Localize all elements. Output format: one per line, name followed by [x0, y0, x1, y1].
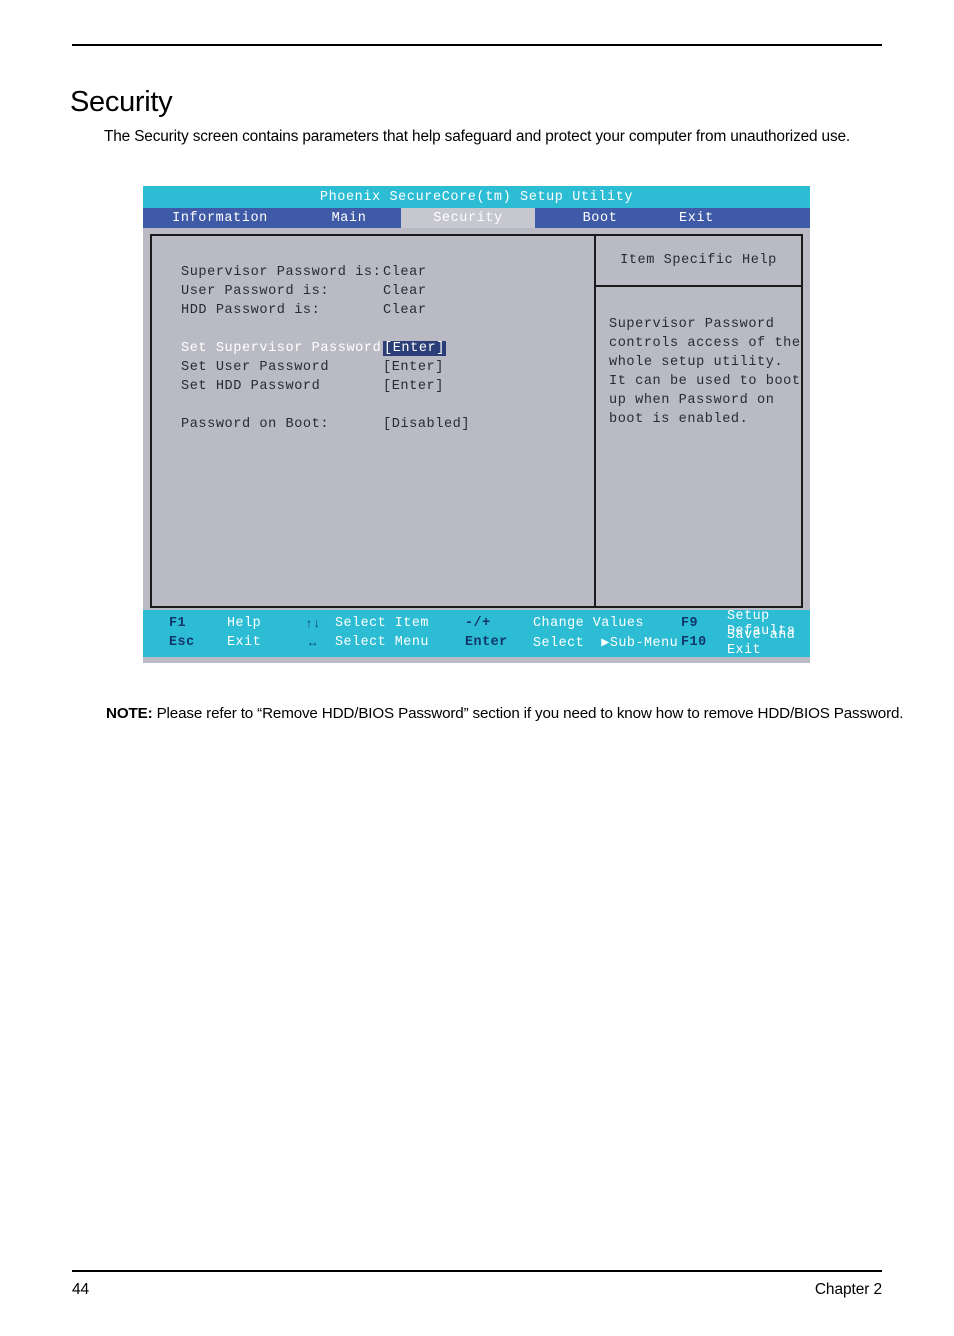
tab-main[interactable]: Main [297, 208, 401, 228]
setting-value[interactable]: [Disabled] [383, 417, 470, 432]
setting-value: Clear [383, 265, 427, 280]
setting-row-set-hdd-password[interactable]: Set HDD Password [Enter] [181, 377, 586, 396]
page-title: Security [70, 86, 173, 119]
tab-information-label: Information [172, 210, 268, 226]
shortcut-desc-select-menu: Select Menu [335, 635, 429, 650]
tab-security[interactable]: Security [401, 208, 535, 228]
help-line: controls access of the [609, 336, 801, 351]
help-line: boot is enabled. [609, 412, 749, 427]
tab-boot-label: Boot [582, 210, 618, 226]
page-top-rule [72, 44, 882, 46]
setting-value[interactable]: [Enter] [383, 341, 446, 356]
shortcut-key-minus-plus[interactable]: -/+ [465, 616, 533, 631]
setting-value[interactable]: [Enter] [383, 360, 444, 375]
setting-label: Supervisor Password is: [181, 265, 382, 280]
note-block: NOTE: Please refer to “Remove HDD/BIOS P… [106, 703, 928, 724]
settings-gap [181, 320, 586, 339]
setting-row-set-supervisor-password[interactable]: Set Supervisor Password [Enter] [181, 339, 586, 358]
bios-body: Supervisor Password is: Clear User Passw… [143, 228, 810, 610]
shortcut-key-f10[interactable]: F10 [681, 635, 727, 650]
bios-setup-window: Phoenix SecureCore(tm) Setup Utility Inf… [143, 186, 810, 663]
shortcut-key-f1[interactable]: F1 [143, 616, 227, 631]
item-specific-help-pane: Item Specific Help Supervisor Password c… [596, 236, 801, 606]
bios-tab-bar[interactable]: Information Main Security Boot Exit [143, 208, 810, 228]
setting-value: Clear [383, 284, 427, 299]
setting-value[interactable]: [Enter] [383, 379, 444, 394]
setting-label: Set HDD Password [181, 379, 321, 394]
setting-value: Clear [383, 303, 427, 318]
setting-label: Set Supervisor Password [181, 341, 382, 356]
shortcut-key-esc[interactable]: Esc [143, 635, 227, 650]
shortcut-desc-help: Help [227, 616, 262, 631]
help-pane-title: Item Specific Help [596, 236, 801, 287]
note-label: NOTE: [106, 705, 153, 722]
setting-label: Password on Boot: [181, 417, 330, 432]
help-line: up when Password on [609, 393, 775, 408]
tab-exit[interactable]: Exit [665, 208, 769, 228]
shortcut-row-1: F1 Help ↑↓ Select Item -/+ Change Values… [143, 609, 810, 639]
shortcut-key-enter[interactable]: Enter [465, 635, 533, 650]
setting-row-set-user-password[interactable]: Set User Password [Enter] [181, 358, 586, 377]
shortcut-row-2: Esc Exit ↔ Select Menu Enter Select ▶Sub… [143, 628, 810, 658]
bios-title-text: Phoenix SecureCore(tm) Setup Utility [319, 189, 634, 205]
settings-list: Supervisor Password is: Clear User Passw… [181, 263, 586, 434]
tab-main-label: Main [331, 210, 367, 226]
setting-label: Set User Password [181, 360, 330, 375]
bios-shortcut-bar: F1 Help ↑↓ Select Item -/+ Change Values… [143, 609, 810, 658]
help-line: It can be used to boot [609, 374, 801, 389]
setting-row-user-password-is[interactable]: User Password is: Clear [181, 282, 586, 301]
intro-paragraph: The Security screen contains parameters … [104, 128, 851, 146]
chapter-label: Chapter 2 [814, 1281, 882, 1298]
help-pane-body: Supervisor Password controls access of t… [596, 287, 801, 431]
shortcut-key-left-right-arrows-icon[interactable]: ↔ [291, 636, 335, 650]
shortcut-desc-exit: Exit [227, 635, 262, 650]
bios-title-bar: Phoenix SecureCore(tm) Setup Utility [143, 186, 810, 208]
note-text: Please refer to “Remove HDD/BIOS Passwor… [156, 705, 904, 722]
page-bottom-rule [72, 1270, 882, 1272]
setting-label: HDD Password is: [181, 303, 321, 318]
shortcut-desc-select: Select [533, 635, 585, 651]
settings-gap [181, 396, 586, 415]
tab-information[interactable]: Information [143, 208, 297, 228]
setting-value-highlight: [Enter] [383, 341, 446, 356]
tab-exit-label: Exit [679, 210, 714, 226]
setting-row-supervisor-password-is[interactable]: Supervisor Password is: Clear [181, 263, 586, 282]
setting-row-password-on-boot[interactable]: Password on Boot: [Disabled] [181, 415, 586, 434]
help-line: whole setup utility. [609, 355, 784, 370]
shortcut-desc-select-submenu: Select ▶Sub-Menu [533, 635, 681, 651]
submenu-arrow-icon-label: ▶Sub-Menu [601, 635, 679, 651]
tab-boot[interactable]: Boot [535, 208, 665, 228]
help-line: Supervisor Password [609, 317, 775, 332]
shortcut-desc-select-item: Select Item [335, 616, 429, 631]
shortcut-key-f9[interactable]: F9 [681, 616, 727, 631]
tab-security-label: Security [433, 210, 503, 226]
bios-settings-pane: Supervisor Password is: Clear User Passw… [152, 236, 596, 606]
setting-label: User Password is: [181, 284, 330, 299]
shortcut-key-up-down-arrows-icon[interactable]: ↑↓ [291, 617, 335, 631]
bios-content-frame: Supervisor Password is: Clear User Passw… [150, 234, 803, 608]
page-number: 44 [72, 1281, 90, 1298]
shortcut-desc-change-values: Change Values [533, 616, 644, 631]
shortcut-desc-save-and-exit: Save and Exit [727, 627, 796, 658]
setting-row-hdd-password-is[interactable]: HDD Password is: Clear [181, 301, 586, 320]
